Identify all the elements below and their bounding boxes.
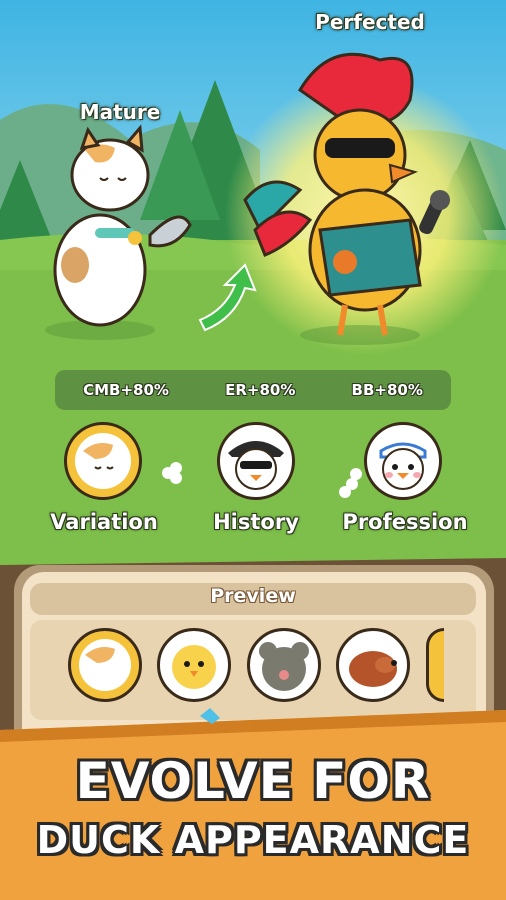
variation-button[interactable] <box>64 422 142 500</box>
calico-cat-icon <box>75 433 131 489</box>
calico-cat-icon <box>79 639 131 691</box>
stat-er: ER+80% <box>225 381 296 399</box>
preview-item-partial[interactable] <box>426 628 444 702</box>
preview-title: Preview <box>210 585 296 607</box>
stat-bb: BB+80% <box>351 381 423 399</box>
stage-label-mature: Mature <box>79 100 161 124</box>
yellow-chick-icon <box>172 645 216 689</box>
variation-label: Variation <box>50 510 158 534</box>
banner-line-1: EVOLVE FOR <box>75 752 431 810</box>
stats-bar: CMB+80% ER+80% BB+80% <box>55 370 451 410</box>
preview-item-cat[interactable] <box>68 628 142 702</box>
profession-button[interactable] <box>364 422 442 500</box>
preview-item-dog[interactable] <box>336 628 410 702</box>
stage-label-perfected: Perfected <box>315 10 425 34</box>
duck-with-hat-icon <box>228 441 284 490</box>
history-button[interactable] <box>217 422 295 500</box>
gray-mouse-icon <box>259 642 309 691</box>
brown-dog-icon <box>349 651 397 687</box>
preview-item-mouse[interactable] <box>247 628 321 702</box>
preview-item-chick[interactable] <box>157 628 231 702</box>
stat-cmb: CMB+80% <box>83 381 169 399</box>
profession-label: Profession <box>342 510 468 534</box>
sailor-duck-icon <box>379 442 427 490</box>
banner-line-2: DUCK APPEARANCE <box>36 818 470 862</box>
history-label: History <box>213 510 299 534</box>
game-scene: Mature Perfected CMB+80% ER+80% BB+80% V… <box>0 0 506 900</box>
